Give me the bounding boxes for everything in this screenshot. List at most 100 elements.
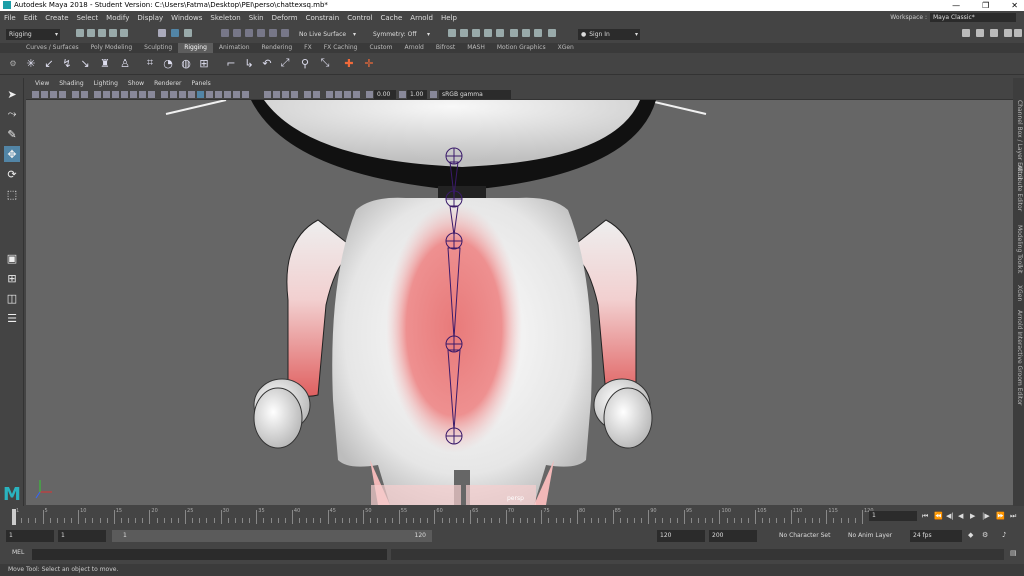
smooth-bind-icon[interactable]: ◔	[161, 56, 175, 70]
select-hierarchy-icon[interactable]	[158, 29, 166, 37]
cluster-icon[interactable]: ⌐	[224, 56, 238, 70]
tool-settings-icon[interactable]	[1004, 29, 1012, 37]
tab-attribute-editor[interactable]: Attribute Editor	[1016, 165, 1023, 211]
render-settings-icon[interactable]	[472, 29, 480, 37]
shelf-tab-custom[interactable]: Custom	[363, 43, 398, 53]
exposure-icon[interactable]	[366, 91, 373, 98]
save-scene-icon[interactable]	[98, 29, 106, 37]
depth-of-field-icon[interactable]	[242, 91, 249, 98]
go-to-start-icon[interactable]: ⏮	[922, 512, 928, 521]
viewport-perspective[interactable]: persp	[26, 100, 1013, 505]
shelf-menu-icon[interactable]: ⚙	[6, 56, 20, 70]
redo-icon[interactable]	[120, 29, 128, 37]
snap-surface-icon[interactable]	[269, 29, 277, 37]
snap-curve-icon[interactable]	[233, 29, 241, 37]
shelf-tab-rigging[interactable]: Rigging	[178, 43, 213, 53]
shelf-tab-arnold[interactable]: Arnold	[398, 43, 429, 53]
sign-in-button[interactable]: ● Sign In	[578, 29, 640, 40]
menu-arnold[interactable]: Arnold	[406, 11, 437, 25]
shelf-tab-motion-graphics[interactable]: Motion Graphics	[491, 43, 552, 53]
sculpt-deformer-icon[interactable]: ⤡	[318, 56, 332, 70]
live-surface-field[interactable]: No Live Surface	[296, 29, 358, 40]
shelf-tab-rendering[interactable]: Rendering	[256, 43, 299, 53]
step-forward-key-icon[interactable]: ⏩	[996, 512, 1005, 520]
menu-cache[interactable]: Cache	[377, 11, 407, 25]
attribute-editor-icon[interactable]	[990, 29, 998, 37]
use-all-lights-icon[interactable]	[197, 91, 204, 98]
scale-tool-icon[interactable]: ⬚	[4, 186, 20, 202]
paint-select-icon[interactable]: ✎	[4, 126, 20, 142]
wire-deformer-icon[interactable]: ↶	[260, 56, 274, 70]
snap-point-icon[interactable]	[245, 29, 253, 37]
smooth-shade-icon[interactable]	[170, 91, 177, 98]
snap-vertex-icon[interactable]	[281, 29, 289, 37]
maximize-button[interactable]: ❐	[982, 0, 989, 11]
backface-culling-icon[interactable]	[304, 91, 311, 98]
character-controls-icon[interactable]	[976, 29, 984, 37]
ipr-render-icon[interactable]	[460, 29, 468, 37]
field-chart-icon[interactable]	[130, 91, 137, 98]
bookmark-icon[interactable]	[50, 91, 57, 98]
shadows-icon[interactable]	[206, 91, 213, 98]
command-input[interactable]	[32, 549, 387, 560]
menu-deform[interactable]: Deform	[268, 11, 302, 25]
go-to-end-icon[interactable]: ⏭	[1010, 512, 1016, 521]
step-forward-frame-icon[interactable]: |▶	[982, 512, 990, 520]
menu-display[interactable]: Display	[133, 11, 167, 25]
panel-menu-panels[interactable]: Panels	[186, 79, 215, 89]
shelf-tab-poly-modeling[interactable]: Poly Modeling	[85, 43, 139, 53]
menu-create[interactable]: Create	[41, 11, 72, 25]
range-slider[interactable]: 1 120	[112, 530, 432, 542]
insert-joint-icon[interactable]: ↘	[78, 56, 92, 70]
soft-mod-icon[interactable]: ⚲	[298, 56, 312, 70]
safe-title-icon[interactable]	[148, 91, 155, 98]
two-d-pan-zoom-icon[interactable]	[72, 91, 79, 98]
hypershade-icon[interactable]	[484, 29, 492, 37]
play-forwards-icon[interactable]: ▶	[970, 512, 975, 520]
workspace-dropdown[interactable]: Maya Classic*	[930, 13, 1016, 22]
hud-icon[interactable]	[326, 91, 333, 98]
motion-blur-icon[interactable]	[224, 91, 231, 98]
gate-mask-icon[interactable]	[121, 91, 128, 98]
create-joints-icon[interactable]: ✳	[24, 56, 38, 70]
arnold-stop-icon[interactable]	[534, 29, 542, 37]
menu-windows[interactable]: Windows	[167, 11, 206, 25]
script-language-label[interactable]: MEL	[12, 549, 24, 556]
camera-icon[interactable]	[335, 91, 342, 98]
exposure-field[interactable]: 0.00	[374, 90, 396, 99]
snap-grid-icon[interactable]	[221, 29, 229, 37]
quick-rig-icon[interactable]: ♙	[118, 56, 132, 70]
ik-handle-icon[interactable]: ↙	[42, 56, 56, 70]
shelf-tab-xgen[interactable]: XGen	[552, 43, 580, 53]
xray-icon[interactable]	[273, 91, 280, 98]
rotate-tool-icon[interactable]: ⟳	[4, 166, 20, 182]
wireframe-icon[interactable]	[161, 91, 168, 98]
colorspace-dropdown[interactable]: sRGB gamma	[439, 90, 511, 99]
wireframe-on-shaded-icon[interactable]	[179, 91, 186, 98]
gamma-icon[interactable]	[399, 91, 406, 98]
shelf-tab-bifrost[interactable]: Bifrost	[430, 43, 461, 53]
new-scene-icon[interactable]	[76, 29, 84, 37]
symmetry-dropdown[interactable]: Symmetry: Off	[370, 29, 432, 40]
menu-control[interactable]: Control	[343, 11, 376, 25]
image-plane-icon[interactable]	[59, 91, 66, 98]
tab-modeling-toolkit[interactable]: Modeling Toolkit	[1016, 225, 1023, 273]
animation-start-field[interactable]: 1	[6, 530, 54, 542]
view-transform-icon[interactable]	[430, 91, 437, 98]
tab-arnold-groom-editor[interactable]: Arnold Interactive Groom Editor	[1016, 310, 1023, 405]
current-frame-field[interactable]: 1	[869, 511, 917, 521]
anim-layer-dropdown[interactable]: No Anim Layer	[845, 530, 903, 542]
panel-menu-show[interactable]: Show	[123, 79, 149, 89]
snap-view-icon[interactable]	[257, 29, 265, 37]
panel-menu-shading[interactable]: Shading	[54, 79, 88, 89]
shelf-tab-mash[interactable]: MASH	[461, 43, 491, 53]
step-back-frame-icon[interactable]: ◀|	[946, 512, 954, 520]
blend-shape-icon[interactable]: ↳	[242, 56, 256, 70]
lattice-icon[interactable]: ⊞	[197, 56, 211, 70]
current-time-marker[interactable]	[12, 509, 16, 525]
film-gate-icon[interactable]	[103, 91, 110, 98]
color-management-icon[interactable]	[353, 91, 360, 98]
four-view-layout-icon[interactable]: ⊞	[4, 270, 20, 286]
ambient-occlusion-icon[interactable]	[313, 91, 320, 98]
shelf-tab-animation[interactable]: Animation	[213, 43, 256, 53]
